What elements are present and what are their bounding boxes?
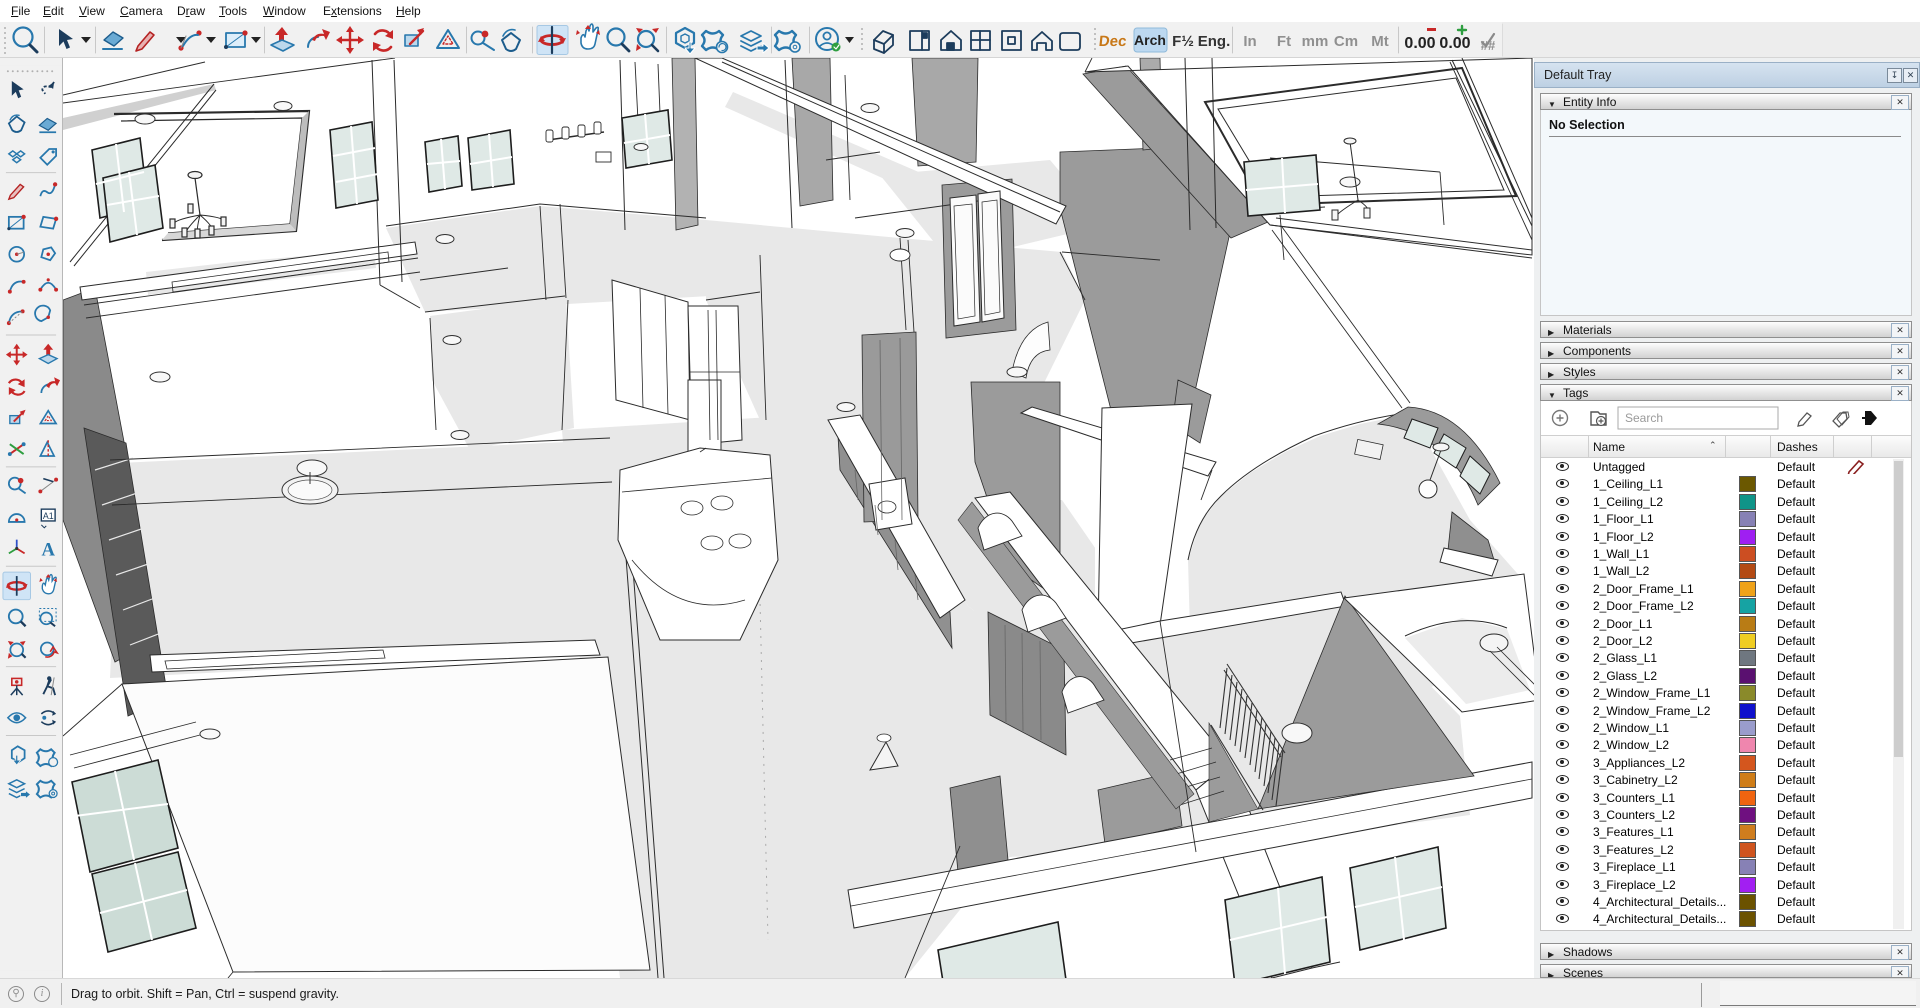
svg-text:F½: F½ — [1172, 33, 1194, 50]
svg-text:0.00: 0.00 — [1439, 35, 1470, 52]
svg-text:Dec: Dec — [1098, 33, 1127, 50]
svg-text:mm: mm — [1302, 33, 1329, 50]
svg-text:Arch: Arch — [1134, 32, 1166, 48]
svg-text:Eng.: Eng. — [1198, 33, 1231, 50]
svg-text:0.00: 0.00 — [1404, 35, 1435, 52]
svg-text:Ft: Ft — [1277, 33, 1291, 50]
svg-text:Search: Search — [1625, 411, 1663, 425]
svg-text:##: ## — [1481, 38, 1496, 53]
svg-text:Cm: Cm — [1334, 33, 1358, 50]
svg-text:In: In — [1243, 33, 1256, 50]
svg-text:Mt: Mt — [1371, 33, 1389, 50]
